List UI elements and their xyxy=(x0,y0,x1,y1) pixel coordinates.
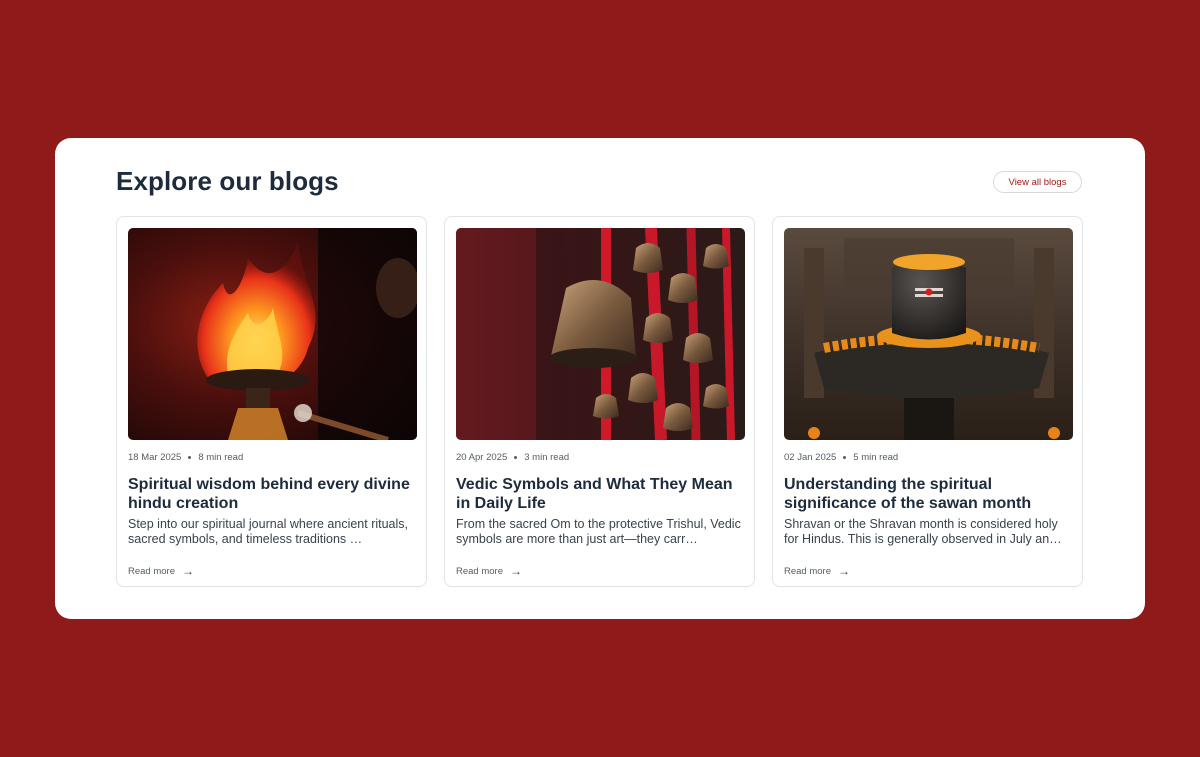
post-excerpt: From the sacred Om to the protective Tri… xyxy=(456,517,741,546)
section-title: Explore our blogs xyxy=(116,166,339,196)
read-more-link[interactable]: Read more → xyxy=(784,564,850,578)
post-title[interactable]: Spiritual wisdom behind every divine hin… xyxy=(128,475,418,513)
read-time: 3 min read xyxy=(524,452,570,463)
blog-card[interactable]: 20 Apr 2025 3 min read Vedic Symbols and… xyxy=(444,216,755,587)
post-excerpt: Step into our spiritual journal where an… xyxy=(128,517,409,546)
read-more-link[interactable]: Read more → xyxy=(456,564,522,578)
post-title[interactable]: Understanding the spiritual significance… xyxy=(784,475,1074,513)
blogs-section: Explore our blogs View all blogs 18 Mar … xyxy=(55,138,1145,619)
read-time: 8 min read xyxy=(198,452,244,463)
shivling-photo[interactable] xyxy=(784,228,1073,440)
aarti-fire-photo[interactable] xyxy=(128,228,417,440)
blog-card[interactable]: 18 Mar 2025 8 min read Spiritual wisdom … xyxy=(116,216,427,587)
read-time: 5 min read xyxy=(853,452,899,463)
read-more-link[interactable]: Read more → xyxy=(128,564,194,578)
read-more-label: Read more xyxy=(456,565,503,577)
arrow-right-icon: → xyxy=(182,564,194,578)
arrow-right-icon: → xyxy=(838,564,850,578)
post-date: 20 Apr 2025 xyxy=(456,452,508,463)
read-more-label: Read more xyxy=(784,565,831,577)
separator-dot xyxy=(514,456,518,459)
post-meta: 20 Apr 2025 3 min read xyxy=(456,452,569,463)
temple-bells-photo[interactable] xyxy=(456,228,745,440)
post-meta: 18 Mar 2025 8 min read xyxy=(128,452,243,463)
post-excerpt: Shravan or the Shravan month is consider… xyxy=(784,517,1062,546)
post-date: 18 Mar 2025 xyxy=(128,452,182,463)
post-date: 02 Jan 2025 xyxy=(784,452,837,463)
separator-dot xyxy=(188,456,192,459)
read-more-label: Read more xyxy=(128,565,175,577)
post-meta: 02 Jan 2025 5 min read xyxy=(784,452,898,463)
blog-card[interactable]: 02 Jan 2025 5 min read Understanding the… xyxy=(772,216,1083,587)
post-title[interactable]: Vedic Symbols and What They Mean in Dail… xyxy=(456,475,746,513)
separator-dot xyxy=(843,456,847,459)
arrow-right-icon: → xyxy=(510,564,522,578)
view-all-blogs-button[interactable]: View all blogs xyxy=(993,171,1082,193)
